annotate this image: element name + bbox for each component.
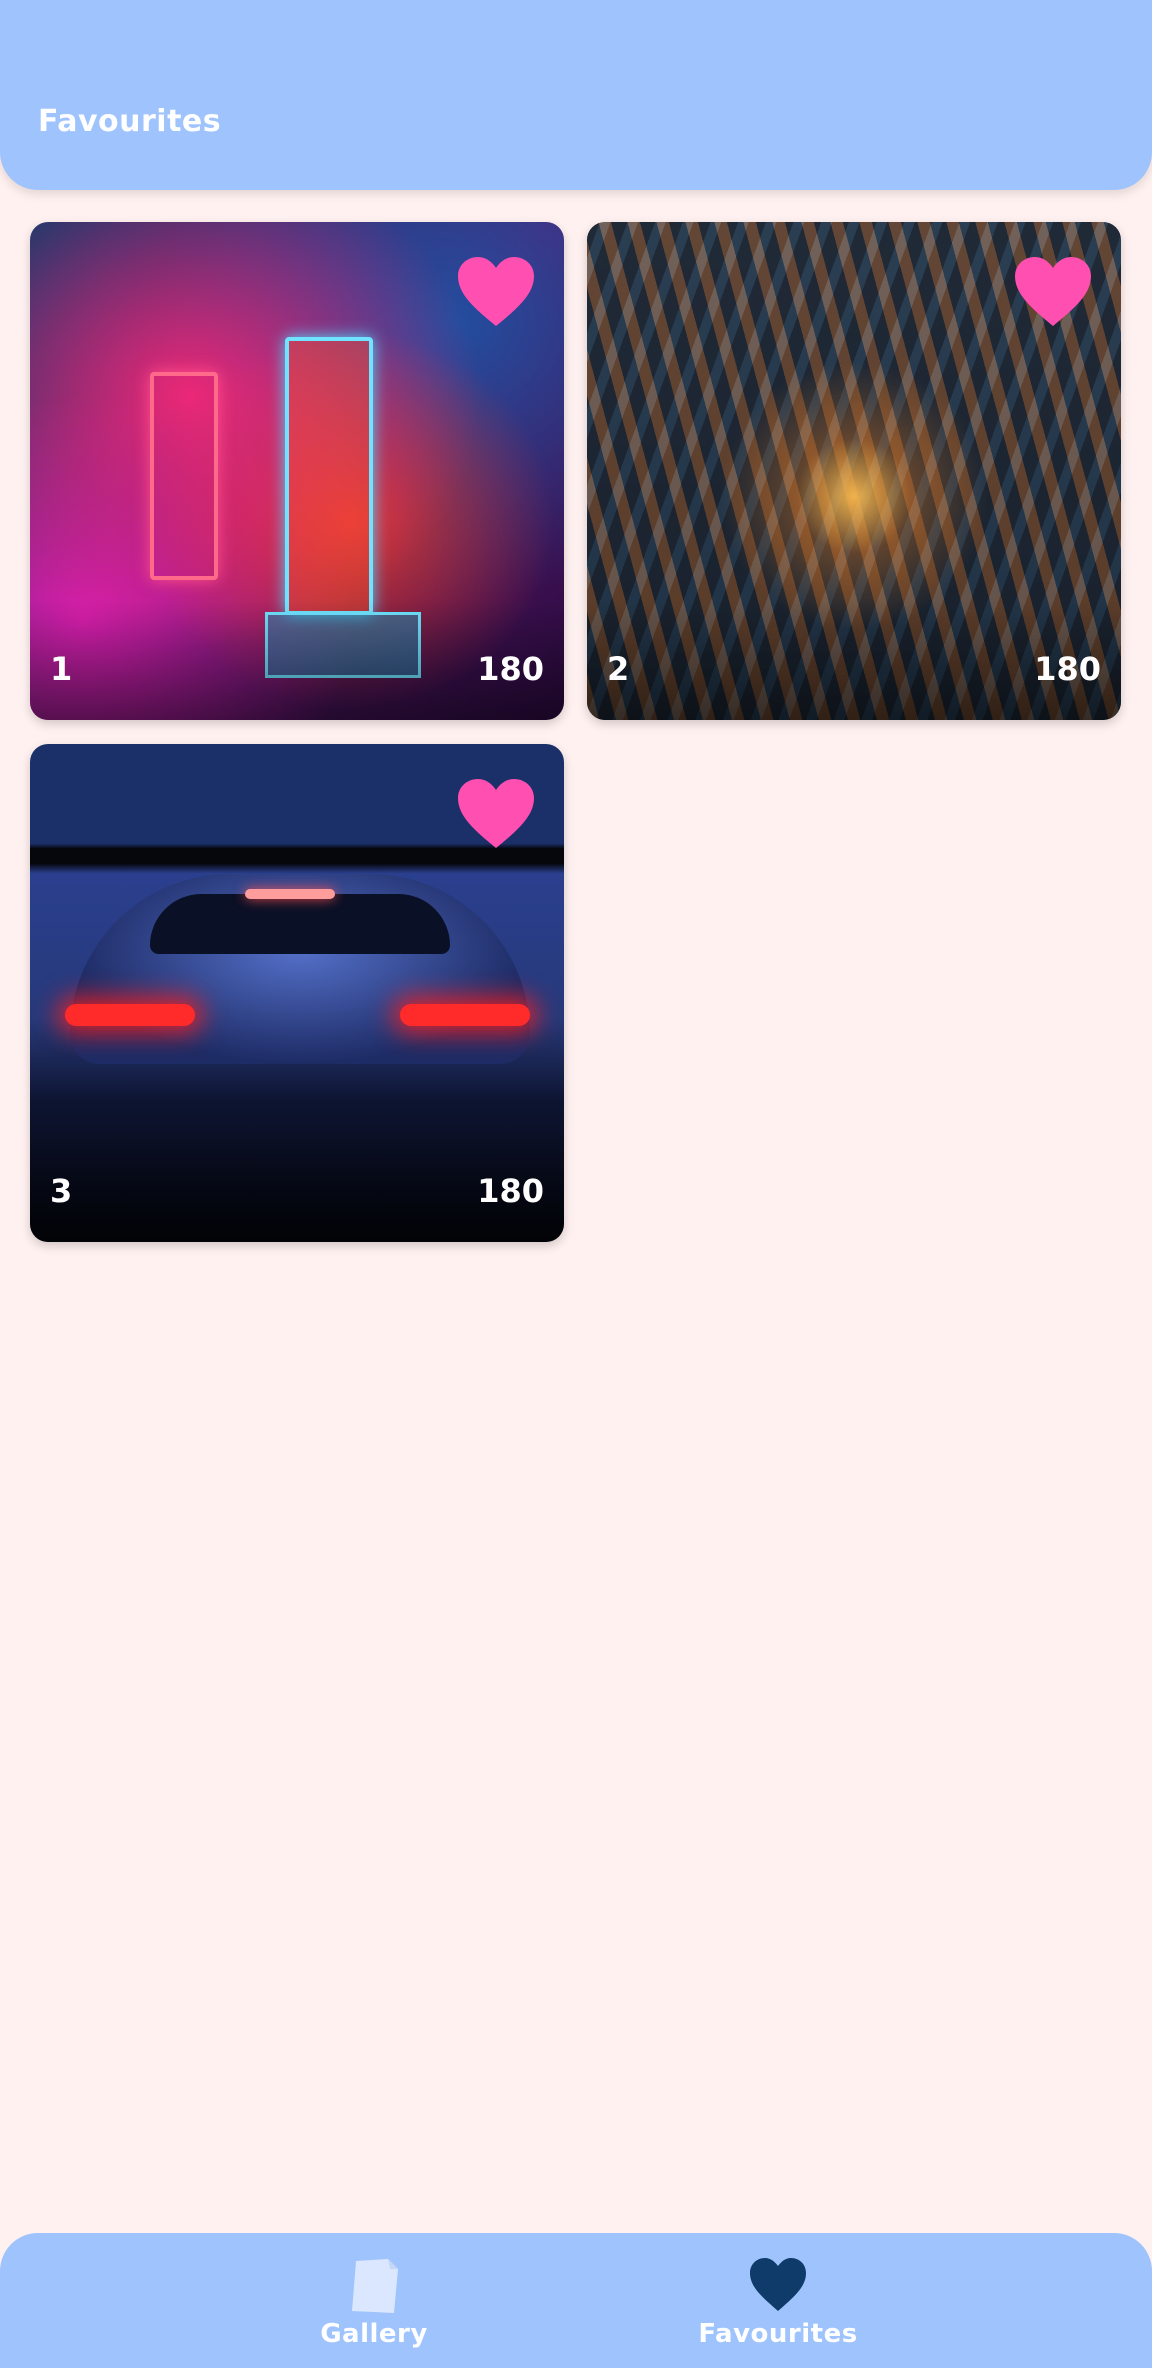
favourites-grid: 1 180 2 180 3 180 bbox=[0, 0, 1152, 2368]
bottom-navigation: Gallery Favourites bbox=[0, 2233, 1152, 2368]
heart-icon[interactable] bbox=[456, 778, 536, 850]
nav-label-favourites: Favourites bbox=[698, 2319, 858, 2349]
gallery-icon bbox=[352, 2259, 398, 2313]
card-title: 3 bbox=[50, 1172, 73, 1210]
heart-icon[interactable] bbox=[456, 256, 536, 328]
heart-icon bbox=[750, 2258, 806, 2311]
favourite-card[interactable]: 2 180 bbox=[587, 222, 1121, 720]
card-count: 180 bbox=[477, 650, 544, 688]
favourite-card[interactable]: 3 180 bbox=[30, 744, 564, 1242]
card-title: 1 bbox=[50, 650, 73, 688]
nav-item-favourites[interactable]: Favourites bbox=[668, 2233, 888, 2368]
card-title: 2 bbox=[607, 650, 630, 688]
heart-icon[interactable] bbox=[1013, 256, 1093, 328]
favourite-card[interactable]: 1 180 bbox=[30, 222, 564, 720]
nav-item-gallery[interactable]: Gallery bbox=[264, 2233, 484, 2368]
nav-label-gallery: Gallery bbox=[320, 2319, 428, 2349]
card-count: 180 bbox=[477, 1172, 544, 1210]
card-count: 180 bbox=[1034, 650, 1101, 688]
